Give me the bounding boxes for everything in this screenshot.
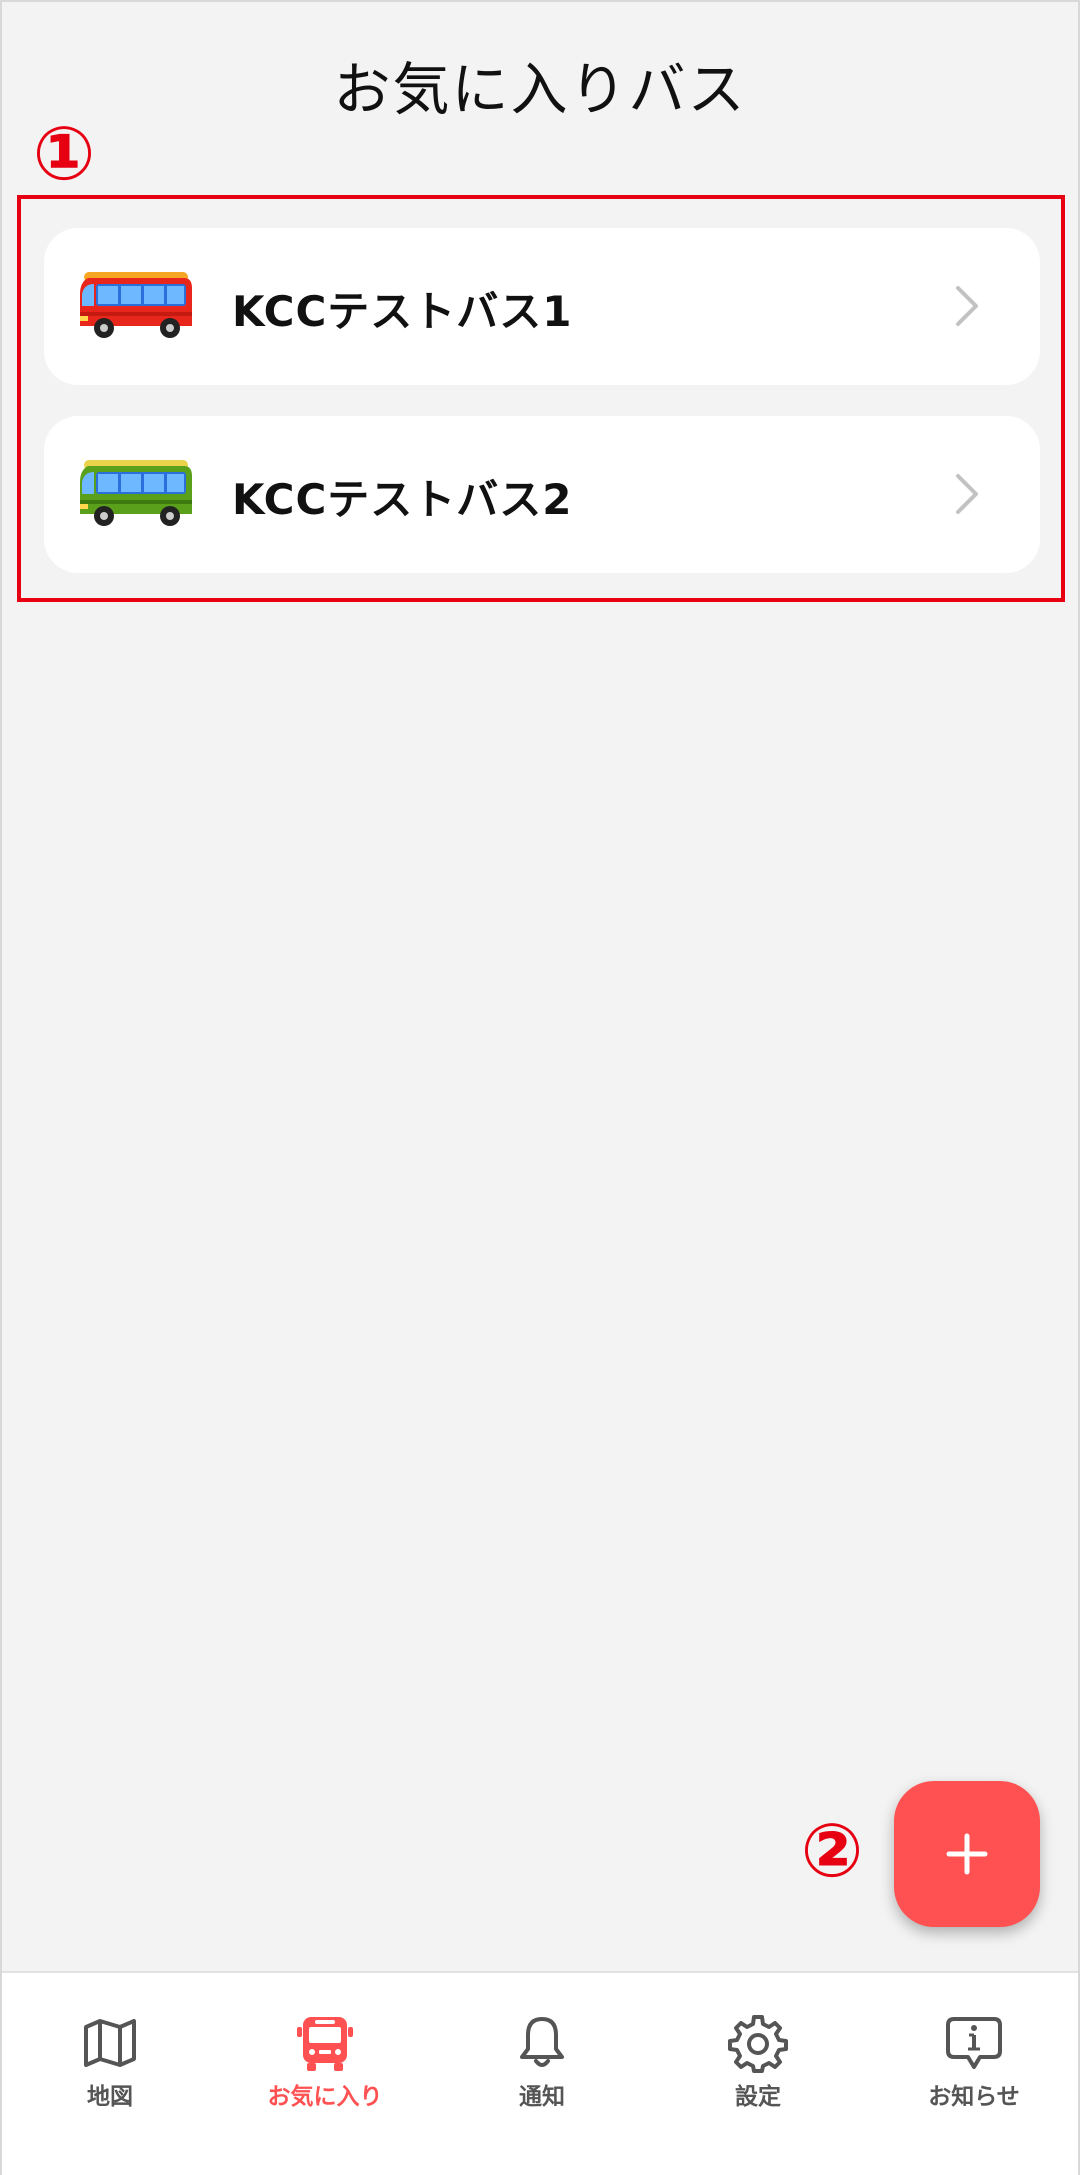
callout-number-1: ① bbox=[32, 111, 96, 197]
tab-label: お知らせ bbox=[928, 2084, 1020, 2110]
green-bus-icon bbox=[74, 456, 198, 530]
bus-icon bbox=[297, 2017, 353, 2071]
tab-news[interactable]: お知らせ bbox=[894, 2013, 1054, 2123]
plus-icon bbox=[946, 1833, 988, 1875]
gear-icon bbox=[728, 2015, 788, 2073]
tab-favorites[interactable]: お気に入り bbox=[245, 2013, 405, 2123]
callout-number-2: ② bbox=[800, 1808, 864, 1894]
tab-map[interactable]: 地図 bbox=[30, 2013, 190, 2123]
bell-icon bbox=[520, 2017, 564, 2067]
add-favorite-button[interactable] bbox=[894, 1781, 1040, 1927]
chevron-right-icon bbox=[954, 472, 980, 516]
bus-name-label: KCCテストバス1 bbox=[232, 287, 573, 336]
bottom-tab-bar: 地図 お気に入り 通知 設定 お知らせ bbox=[2, 1971, 1078, 2175]
tab-label: お気に入り bbox=[267, 2084, 383, 2110]
chevron-right-icon bbox=[954, 284, 980, 328]
favorite-bus-item[interactable]: KCCテストバス1 bbox=[44, 228, 1040, 385]
tab-label: 地図 bbox=[87, 2084, 133, 2110]
bus-name-label: KCCテストバス2 bbox=[232, 475, 573, 524]
info-chat-icon bbox=[946, 2017, 1002, 2069]
tab-notifications[interactable]: 通知 bbox=[462, 2013, 622, 2123]
red-bus-icon bbox=[74, 268, 198, 342]
favorite-bus-item[interactable]: KCCテストバス2 bbox=[44, 416, 1040, 573]
tab-label: 設定 bbox=[735, 2084, 781, 2110]
page-title: お気に入りバス bbox=[333, 57, 747, 123]
tab-label: 通知 bbox=[519, 2084, 565, 2110]
map-icon bbox=[84, 2019, 136, 2067]
tab-settings[interactable]: 設定 bbox=[678, 2013, 838, 2123]
